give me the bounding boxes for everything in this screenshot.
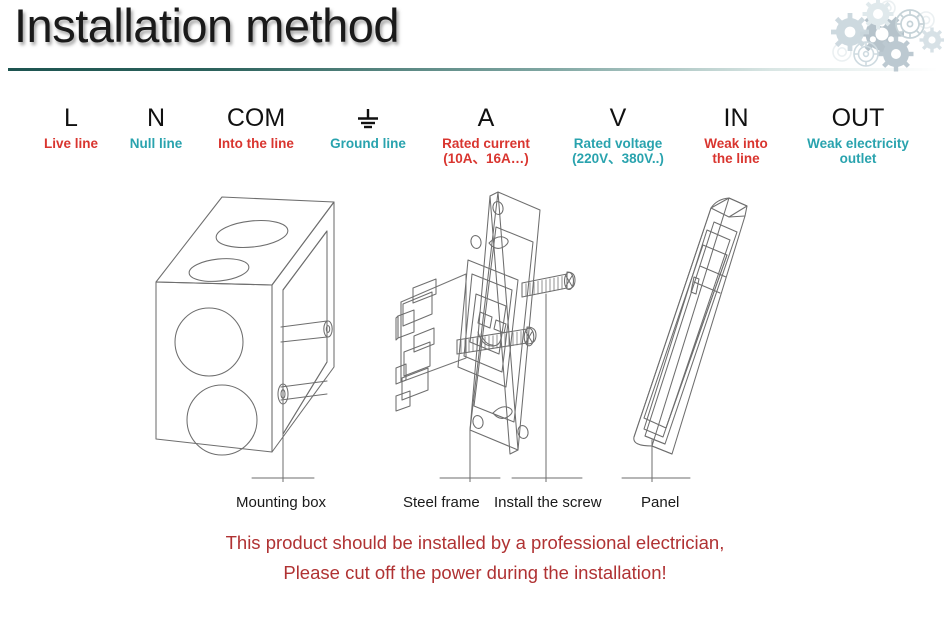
caption-steel-frame: Steel frame xyxy=(403,494,480,511)
safety-warning: This product should be installed by a pr… xyxy=(0,528,950,588)
steel-frame-drawing xyxy=(395,191,576,455)
legend-label-null-line: Null line xyxy=(129,136,183,151)
legend-item-live-line: L Live line xyxy=(28,104,114,151)
gears-icon xyxy=(831,0,944,72)
installation-diagram xyxy=(0,182,950,482)
legend-row: L Live line N Null line COM Into the lin… xyxy=(0,104,950,166)
ground-icon xyxy=(358,109,378,129)
title-divider xyxy=(8,68,938,71)
legend-item-ground-line: Ground line xyxy=(314,104,422,151)
legend-label-weak-electricity-outlet: Weak electricity outlet xyxy=(807,136,909,166)
caption-panel: Panel xyxy=(641,494,680,511)
caption-install-the-screw: Install the screw xyxy=(494,494,602,511)
legend-item-com: COM Into the line xyxy=(198,104,314,151)
legend-label-rated-current: Rated current (10A、16A…) xyxy=(442,136,530,166)
legend-label-weak-into-the-line: Weak into the line xyxy=(704,136,768,166)
legend-symbol-out: OUT xyxy=(831,104,885,132)
caption-mounting-box: Mounting box xyxy=(236,494,327,511)
mounting-box-drawing xyxy=(155,196,335,456)
legend-item-weak-in: IN Weak into the line xyxy=(686,104,786,166)
legend-item-null-line: N Null line xyxy=(114,104,198,151)
page-title: Installation method xyxy=(14,0,400,52)
diagram-svg xyxy=(155,191,748,482)
screw-lower xyxy=(456,326,537,355)
panel-drawing xyxy=(633,197,748,455)
slide-root: Installation method L Live line N Null l… xyxy=(0,0,950,618)
legend-symbol-a: A xyxy=(477,104,495,132)
legend-symbol-ground xyxy=(353,104,383,132)
legend-label-live-line: Live line xyxy=(43,136,99,151)
legend-item-rated-current: A Rated current (10A、16A…) xyxy=(422,104,550,166)
header: Installation method xyxy=(0,0,950,78)
legend-label-into-the-line: Into the line xyxy=(218,136,294,151)
legend-symbol-v: V xyxy=(609,104,627,132)
part-captions: Mounting box Steel frame Install the scr… xyxy=(0,470,950,515)
legend-symbol-l: L xyxy=(64,104,78,132)
warning-line-1: This product should be installed by a pr… xyxy=(225,532,725,553)
legend-symbol-n: N xyxy=(146,104,166,132)
legend-item-rated-voltage: V Rated voltage (220V、380V..) xyxy=(550,104,686,166)
warning-line-2: Please cut off the power during the inst… xyxy=(283,562,667,583)
legend-item-weak-out: OUT Weak electricity outlet xyxy=(786,104,930,166)
legend-symbol-com: COM xyxy=(226,104,286,132)
legend-label-rated-voltage: Rated voltage (220V、380V..) xyxy=(572,136,664,166)
legend-label-ground-line: Ground line xyxy=(330,136,406,151)
legend-symbol-in: IN xyxy=(723,104,749,132)
